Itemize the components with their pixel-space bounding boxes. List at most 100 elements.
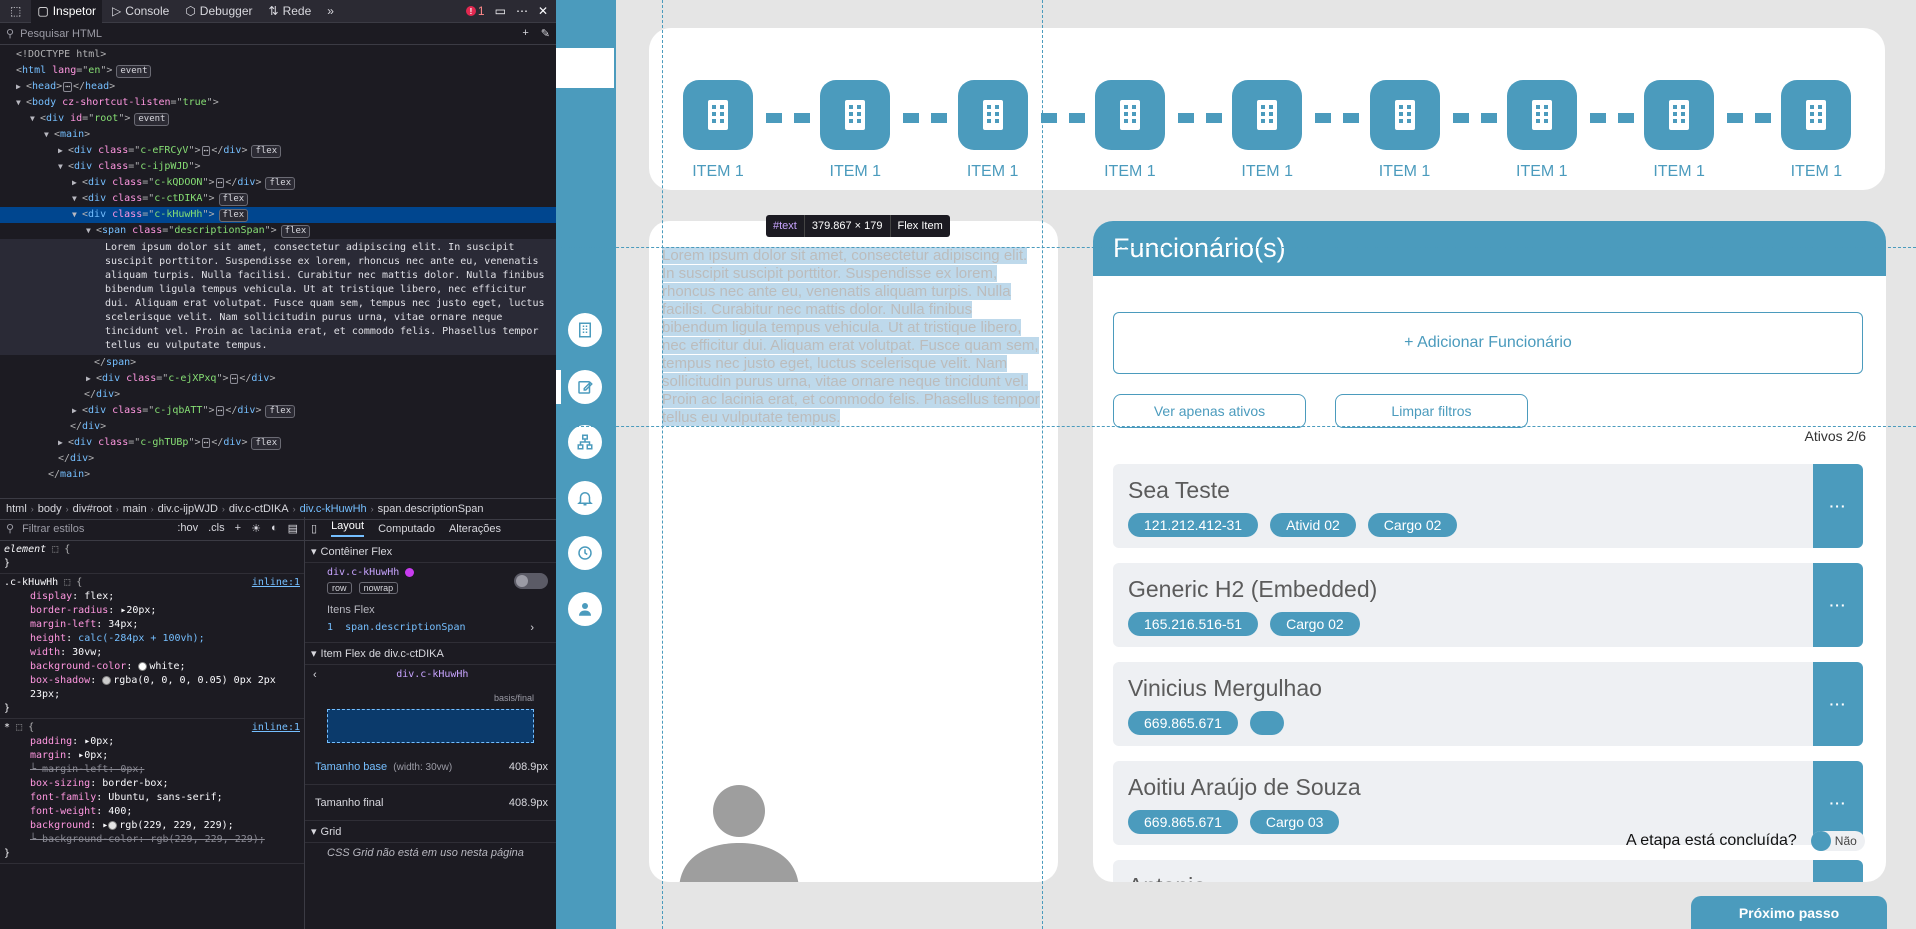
employee-more-button[interactable]: ··· — [1813, 662, 1863, 746]
dom-node[interactable]: </div > — [0, 419, 556, 435]
employee-row[interactable]: Generic H2 (Embedded) 165.216.516-51 Cargo… — [1113, 563, 1863, 647]
dock-icon[interactable]: ▭ — [495, 4, 506, 18]
color-swatch[interactable] — [138, 661, 148, 671]
dom-node[interactable]: ▼ < div class =" c-ctDIKA "> flex — [0, 191, 556, 207]
dom-node[interactable]: </div > — [0, 387, 556, 403]
dom-node[interactable]: ▶ < div class =" c-kQDOON "> ⋯ </div > flex — [0, 175, 556, 191]
css-prop[interactable]: border-radius: ▸20px; — [4, 604, 300, 618]
next-step-button[interactable]: Próximo passo — [1691, 896, 1887, 929]
breadcrumb-item[interactable]: body — [38, 503, 62, 515]
step-item[interactable]: ITEM 1 — [1643, 80, 1715, 181]
employee-more-button[interactable]: ··· — [1813, 563, 1863, 647]
sidebar-item-org[interactable] — [568, 425, 602, 459]
flex-container-section[interactable]: ▾ Contêiner Flex — [305, 541, 556, 563]
html-search-input[interactable]: Pesquisar HTML — [20, 28, 102, 40]
dom-node[interactable]: ▶ < div class =" c-jqbATT "> ⋯ </div > flex — [0, 403, 556, 419]
css-prop[interactable]: display: flex; — [4, 590, 300, 604]
css-prop[interactable]: margin-left: 34px; — [4, 618, 300, 632]
sidebar-item-history[interactable] — [568, 536, 602, 570]
employee-more-button[interactable]: ··· — [1813, 464, 1863, 548]
step-item[interactable]: ITEM 1 — [819, 80, 891, 181]
employee-row[interactable]: Sea Teste 121.212.412-31 Ativid 02 Cargo 02… — [1113, 464, 1863, 548]
sidebar-item-edit[interactable] — [568, 370, 602, 404]
highlight-color-swatch[interactable] — [405, 567, 415, 577]
step-done-toggle[interactable]: Não — [1810, 831, 1865, 851]
css-prop[interactable]: font-family: Ubuntu, sans-serif; — [4, 791, 300, 805]
breadcrumb-item[interactable]: div.c-ctDIKA — [229, 503, 289, 515]
filter-styles-input[interactable]: Filtrar estilos — [22, 523, 84, 535]
light-mode-icon[interactable]: ☀ — [251, 522, 261, 535]
cls-toggle[interactable]: .cls — [208, 522, 225, 535]
tab-computed[interactable]: Computado — [378, 523, 435, 535]
css-prop-overridden[interactable]: └ margin-left: 0px; — [4, 763, 300, 777]
step-item[interactable]: ITEM 1 — [957, 80, 1029, 181]
dom-node[interactable]: ▶ < div class =" c-ghTUBp "> ⋯ </div > flex — [0, 435, 556, 451]
css-prop[interactable]: box-sizing: border-box; — [4, 777, 300, 791]
dom-node[interactable]: ▶ < div class =" c-ejXPxq "> ⋯ </div > — [0, 371, 556, 387]
step-item[interactable]: ITEM 1 — [1506, 80, 1578, 181]
step-item[interactable]: ITEM 1 — [1780, 80, 1852, 181]
dom-node[interactable]: ▶ < div class =" c-eFRCyV "> ⋯ </div > flex — [0, 143, 556, 159]
dom-node[interactable]: ▶ < head > ⋯ </head > — [0, 79, 556, 95]
dom-text-node[interactable]: Lorem ipsum dolor sit amet, consectetur … — [0, 239, 556, 355]
css-prop[interactable]: font-weight: 400; — [4, 805, 300, 819]
add-rule-icon[interactable]: + — [235, 522, 241, 535]
css-prop[interactable]: width: 30vw; — [4, 646, 300, 660]
tab-changes[interactable]: Alterações — [449, 523, 501, 535]
breadcrumb-item-current[interactable]: div.c-kHuwHh — [300, 503, 367, 515]
flex-item-select[interactable]: div.c-kHuwHh — [396, 669, 468, 681]
breadcrumb-item[interactable]: div.c-ijpWJD — [158, 503, 218, 515]
clear-filters-button[interactable]: Limpar filtros — [1335, 394, 1528, 428]
dom-node[interactable]: ▼ < span class =" descriptionSpan "> flex — [0, 223, 556, 239]
flex-container-selector[interactable]: div.c-kHuwHh — [327, 567, 415, 578]
tab-layout[interactable]: Layout — [331, 520, 365, 537]
dark-mode-icon[interactable]: ◐ — [271, 522, 278, 535]
breadcrumb-item[interactable]: span.descriptionSpan — [378, 503, 484, 515]
breadcrumb-item[interactable]: div#root — [73, 503, 112, 515]
source-link[interactable]: inline:1 — [252, 576, 300, 590]
dom-node[interactable]: <!DOCTYPE html> — [0, 47, 556, 63]
print-icon[interactable]: ▤ — [288, 522, 298, 535]
step-item[interactable]: ITEM 1 — [682, 80, 754, 181]
dom-node[interactable]: ▼ < div class =" c-ijpWJD "> — [0, 159, 556, 175]
element-picker-button[interactable]: ⬚ — [4, 0, 27, 23]
css-prop[interactable]: margin: ▸0px; — [4, 749, 300, 763]
menu-icon[interactable]: ⋯ — [516, 4, 528, 18]
tab-console[interactable]: ▷ Console — [106, 0, 175, 23]
dom-node[interactable]: ▼ < body cz-shortcut-listen =" true "> — [0, 95, 556, 111]
css-prop[interactable]: background: ▸ rgb(229, 229, 229); — [4, 819, 300, 833]
close-icon[interactable]: ✕ — [538, 4, 548, 18]
step-item[interactable]: ITEM 1 — [1094, 80, 1166, 181]
css-prop[interactable]: height: calc(-284px + 100vh); — [4, 632, 300, 646]
more-tools-button[interactable]: » — [321, 0, 340, 23]
css-prop[interactable]: padding: ▸0px; — [4, 735, 300, 749]
dom-node[interactable]: < html lang =" en "> event — [0, 63, 556, 79]
tab-debugger[interactable]: ⬡ Debugger — [179, 0, 258, 23]
color-swatch[interactable] — [108, 820, 118, 830]
add-node-icon[interactable]: + — [522, 27, 528, 40]
flex-item-row[interactable]: 1 span.descriptionSpan › — [305, 620, 556, 643]
css-prop[interactable]: box-shadow: rgba(0, 0, 0, 0.05) 0px 2px … — [4, 674, 300, 702]
sidebar-item-profile[interactable] — [568, 592, 602, 626]
css-prop-overridden[interactable]: └ background-color: rgb(229, 229, 229); — [4, 833, 300, 847]
dom-node[interactable]: </span > — [0, 355, 556, 371]
grid-section[interactable]: ▾ Grid — [305, 821, 556, 843]
employee-row[interactable]: Antonio ··· — [1113, 860, 1863, 882]
dom-node[interactable]: ▼ < main > — [0, 127, 556, 143]
sidebar-item-notifications[interactable] — [568, 481, 602, 515]
step-item[interactable]: ITEM 1 — [1369, 80, 1441, 181]
flex-overlay-toggle[interactable] — [514, 573, 548, 589]
breadcrumb-item[interactable]: html — [6, 503, 27, 515]
error-count-badge[interactable]: ! 1 — [465, 4, 485, 18]
chevron-left-icon[interactable]: ‹ — [313, 669, 317, 681]
tab-network[interactable]: ⇅ Rede — [263, 0, 318, 23]
employee-more-button[interactable]: ··· — [1813, 860, 1863, 882]
dom-node[interactable]: </div > — [0, 451, 556, 467]
step-item[interactable]: ITEM 1 — [1231, 80, 1303, 181]
hov-toggle[interactable]: :hov — [177, 522, 198, 535]
breadcrumb-item[interactable]: main — [123, 503, 147, 515]
sidebar-toggle-icon[interactable]: ▯ — [311, 522, 317, 535]
dom-node[interactable]: ▼ < div id =" root "> event — [0, 111, 556, 127]
sidebar-item-companies[interactable] — [568, 313, 602, 347]
color-swatch[interactable] — [102, 675, 112, 685]
